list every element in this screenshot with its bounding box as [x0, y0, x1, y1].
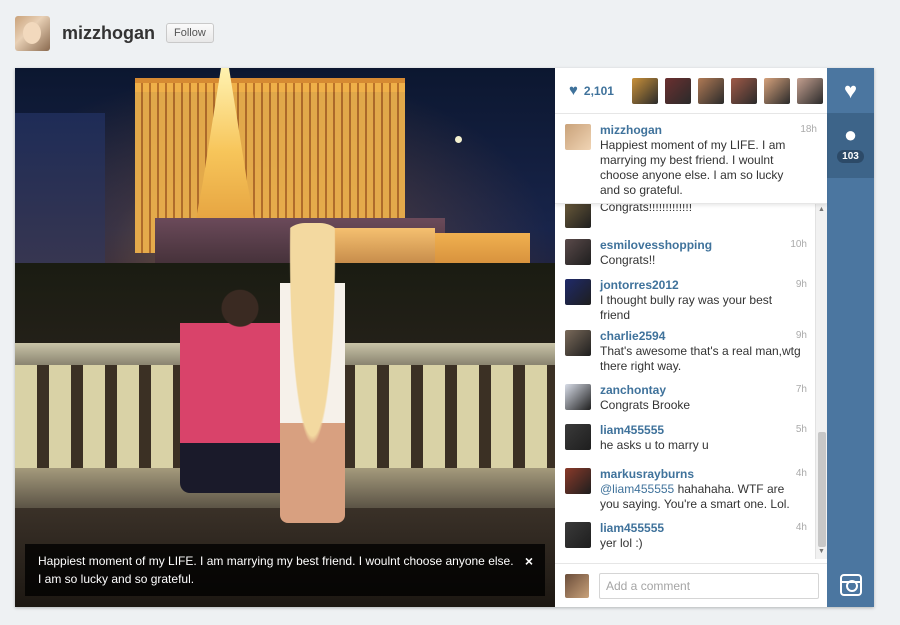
avatar[interactable] — [565, 468, 591, 494]
comments-scrollbar[interactable]: ▲ ▼ — [815, 204, 827, 559]
avatar[interactable] — [565, 124, 591, 150]
comment-input[interactable] — [599, 572, 819, 599]
comment-time: 5h — [795, 424, 807, 435]
like-button[interactable]: ♥ — [827, 68, 874, 114]
comment-time: 18h — [800, 124, 817, 135]
profile-header: mizzhogan Follow — [15, 15, 214, 51]
avatar[interactable] — [565, 204, 591, 228]
liker-avatar[interactable] — [631, 77, 658, 104]
building-left — [15, 113, 105, 283]
post-frame: Happiest moment of my LIFE. I am marryin… — [15, 68, 874, 607]
comment-username[interactable]: jontorres2012 — [600, 277, 803, 293]
comment-text: yer lol :) — [600, 536, 803, 551]
comment-time: 9h — [795, 330, 807, 341]
photo-caption-overlay: Happiest moment of my LIFE. I am marryin… — [25, 544, 545, 596]
close-icon[interactable]: × — [525, 552, 533, 570]
likes-count[interactable]: ♥ 2,101 — [569, 82, 614, 99]
comments-list[interactable]: Congrats!!!!!!!!!!!!! esmilovesshopping 10… — [555, 204, 815, 559]
scroll-thumb[interactable] — [818, 432, 826, 547]
avatar[interactable] — [565, 330, 591, 356]
username-link[interactable]: mizzhogan — [62, 23, 155, 44]
comment-body: That's awesome that's a real man,wtg the… — [600, 344, 801, 373]
avatar[interactable] — [565, 279, 591, 305]
moon — [455, 136, 462, 143]
comment-item: esmilovesshopping 10h Congrats!! — [555, 237, 815, 268]
camera-icon — [839, 574, 862, 596]
avatar — [565, 573, 589, 598]
scroll-down-icon[interactable]: ▼ — [818, 548, 825, 555]
comment-text: he asks u to marry u — [600, 438, 803, 453]
comment-bar — [555, 563, 827, 607]
comment-count-badge: 103 — [837, 150, 864, 163]
follow-button[interactable]: Follow — [166, 23, 214, 43]
comment-item: Congrats!!!!!!!!!!!!! — [555, 204, 815, 228]
comment-item: markusrayburns 4h @liam455555 hahahaha. WT… — [555, 466, 815, 512]
comment-time: 4h — [795, 468, 807, 479]
liker-avatar[interactable] — [664, 77, 691, 104]
comment-text: Congrats!! — [600, 253, 803, 268]
comment-text: Happiest moment of my LIFE. I am marryin… — [600, 138, 786, 197]
scroll-up-icon[interactable]: ▲ — [818, 206, 825, 213]
comment-username[interactable]: charlie2594 — [600, 328, 803, 344]
likes-count-value: 2,101 — [583, 83, 614, 98]
liker-avatar[interactable] — [730, 77, 757, 104]
post-photo[interactable]: Happiest moment of my LIFE. I am marryin… — [15, 68, 555, 607]
avatar[interactable] — [565, 424, 591, 450]
comment-username[interactable]: liam455555 — [600, 520, 803, 536]
liker-avatar[interactable] — [763, 77, 790, 104]
comment-body: I thought bully ray was your best friend — [600, 293, 773, 322]
comment-time: 7h — [795, 384, 807, 395]
comment-username[interactable]: markusrayburns — [600, 466, 803, 482]
comment-text: Congrats!!!!!!!!!!!!! — [600, 204, 803, 215]
photo-caption-text: Happiest moment of my LIFE. I am marryin… — [38, 554, 514, 586]
comment-username[interactable]: zanchontay — [600, 382, 803, 398]
comment-body: yer lol :) — [600, 536, 643, 550]
comment-username[interactable]: esmilovesshopping — [600, 237, 803, 253]
comment-username[interactable]: liam455555 — [600, 422, 803, 438]
standing-woman — [280, 223, 345, 523]
instagram-button[interactable] — [827, 568, 874, 602]
comment-item: jontorres2012 9h I thought bully ray was y… — [555, 277, 815, 323]
comment-item: liam455555 4h yer lol :) — [555, 520, 815, 551]
comment-time: 10h — [790, 239, 807, 250]
comment-time: 4h — [795, 522, 807, 533]
comment-time: 9h — [795, 279, 807, 290]
liker-avatar[interactable] — [697, 77, 724, 104]
heart-icon: ♥ — [569, 82, 578, 99]
caption-comment: mizzhogan 18h Happiest moment of my LIFE… — [555, 114, 827, 204]
comments-panel: ♥ 2,101 mizzhogan 18h Happiest moment of… — [555, 68, 827, 607]
comment-body: he asks u to marry u — [600, 438, 709, 452]
comment-text: That's awesome that's a real man,wtg the… — [600, 344, 803, 374]
comment-body: Congrats!!!!!!!!!!!!! — [600, 204, 693, 214]
comment-text: @liam455555 hahahaha. WTF are you saying… — [600, 482, 803, 512]
heart-icon: ♥ — [843, 77, 858, 103]
comment-body: Congrats Brooke — [600, 398, 691, 412]
avatar[interactable] — [565, 522, 591, 548]
likes-bar: ♥ 2,101 — [555, 68, 827, 114]
liker-thumbnails — [631, 77, 830, 104]
avatar[interactable] — [565, 239, 591, 265]
mention-link[interactable]: @liam455555 — [600, 482, 674, 496]
action-rail: ♥ ● 103 — [827, 68, 874, 607]
comment-item: liam455555 5h he asks u to marry u — [555, 422, 815, 453]
comment-button[interactable]: ● 103 — [827, 114, 874, 178]
comment-item: charlie2594 9h That's awesome that's a rea… — [555, 328, 815, 374]
comment-text: I thought bully ray was your best friend — [600, 293, 803, 323]
comment-body: Congrats!! — [600, 253, 656, 267]
speech-bubble-icon: ● — [843, 122, 858, 147]
comment-username[interactable]: mizzhogan — [600, 122, 805, 138]
comment-text: Congrats Brooke — [600, 398, 803, 413]
liker-avatar[interactable] — [796, 77, 823, 104]
avatar[interactable] — [565, 384, 591, 410]
comment-item: zanchontay 7h Congrats Brooke — [555, 382, 815, 413]
avatar[interactable] — [15, 15, 50, 51]
